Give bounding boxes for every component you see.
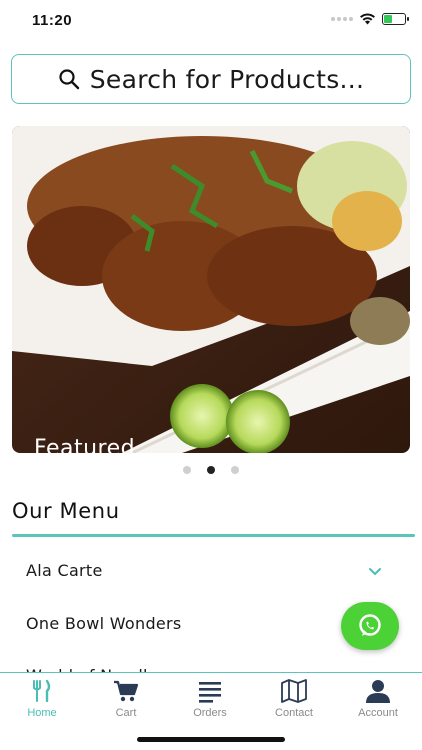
tab-cart-label: Cart (115, 707, 137, 719)
status-icons (331, 13, 409, 25)
fork-knife-icon (33, 679, 51, 703)
wifi-icon (360, 13, 375, 25)
tab-account-label: Account (358, 707, 398, 719)
carousel-dot[interactable] (183, 466, 191, 474)
search-icon (59, 69, 79, 90)
tab-home-label: Home (27, 707, 57, 719)
menu-title: Our Menu (12, 499, 120, 523)
tab-contact-label: Contact (275, 707, 313, 719)
carousel-dot[interactable] (207, 466, 215, 474)
map-icon (281, 679, 307, 703)
whatsapp-button[interactable] (341, 602, 399, 650)
featured-banner[interactable]: Featured (12, 126, 410, 453)
search-input[interactable]: Search for Products... (11, 54, 411, 104)
status-time: 11:20 (32, 12, 73, 29)
tab-cart[interactable]: Cart (84, 679, 168, 719)
chevron-down-icon[interactable] (368, 567, 382, 577)
carousel-dot[interactable] (231, 466, 239, 474)
status-bar: 11:20 (0, 0, 422, 44)
tab-home[interactable]: Home (0, 679, 84, 719)
cart-icon (114, 680, 139, 702)
carousel-dots[interactable] (0, 466, 422, 474)
banner-label: Featured (34, 436, 136, 453)
whatsapp-icon (359, 614, 381, 636)
search-placeholder: Search for Products... (89, 64, 365, 94)
tab-account[interactable]: Account (336, 679, 420, 719)
battery-icon (382, 13, 409, 25)
home-indicator (137, 737, 285, 742)
menu-item-one-bowl-wonders[interactable]: One Bowl Wonders (26, 614, 182, 633)
banner-image (12, 126, 410, 453)
menu-item-ala-carte[interactable]: Ala Carte (26, 561, 103, 580)
signal-icon (331, 17, 353, 21)
list-icon (199, 682, 221, 703)
tab-orders-label: Orders (193, 707, 227, 719)
tab-contact[interactable]: Contact (252, 679, 336, 719)
menu-title-underline (12, 534, 415, 537)
tab-orders[interactable]: Orders (168, 679, 252, 719)
person-icon (366, 680, 390, 703)
